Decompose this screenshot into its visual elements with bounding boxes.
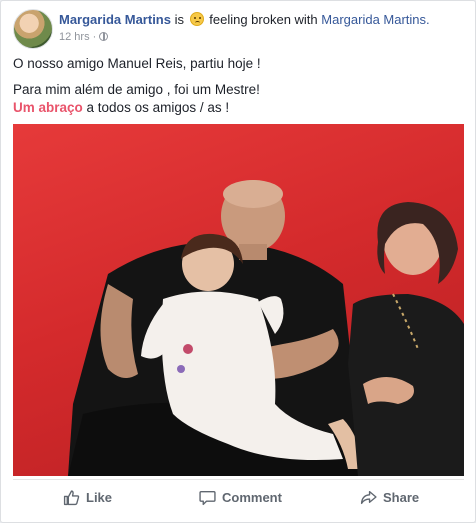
author-avatar[interactable] [13, 9, 53, 49]
feeling-text: feeling broken with [209, 12, 318, 27]
post-line-3-rest: a todos os amigos / as ! [82, 100, 230, 115]
post-line-3: Um abraço a todos os amigos / as ! [13, 99, 463, 117]
post-headline: Margarida Martins is feeling broken with… [59, 12, 430, 27]
meta-separator: · [92, 31, 97, 43]
thumbs-up-icon [63, 489, 80, 505]
sad-face-icon [189, 12, 204, 26]
post-line-1: O nosso amigo Manuel Reis, partiu hoje ! [13, 56, 261, 71]
post-line-2: Para mim além de amigo , foi um Mestre! [13, 82, 260, 97]
photo-illustration [68, 180, 464, 476]
is-text: is [174, 12, 184, 27]
post-header: Margarida Martins is feeling broken with… [13, 9, 463, 49]
post-text: O nosso amigo Manuel Reis, partiu hoje !… [13, 55, 463, 125]
speech-bubble-icon [199, 490, 216, 505]
globe-icon[interactable] [99, 32, 109, 41]
post-photo[interactable] [13, 124, 464, 476]
comment-label: Comment [222, 489, 282, 505]
like-button[interactable]: Like [63, 486, 112, 508]
share-label: Share [383, 489, 420, 505]
share-button[interactable]: Share [360, 486, 419, 508]
post-meta: 12 hrs · [59, 31, 109, 43]
like-label: Like [86, 489, 113, 505]
post-actions: Like Comment Share [13, 479, 464, 514]
author-name-link[interactable]: Margarida Martins [59, 12, 171, 27]
share-arrow-icon [360, 490, 377, 504]
comment-button[interactable]: Comment [199, 486, 282, 508]
post-timestamp[interactable]: 12 hrs [59, 31, 90, 43]
post-card: Margarida Martins is feeling broken with… [0, 0, 476, 523]
tagged-person-link[interactable]: Margarida Martins. [321, 12, 429, 27]
highlight-text[interactable]: Um abraço [13, 100, 83, 115]
